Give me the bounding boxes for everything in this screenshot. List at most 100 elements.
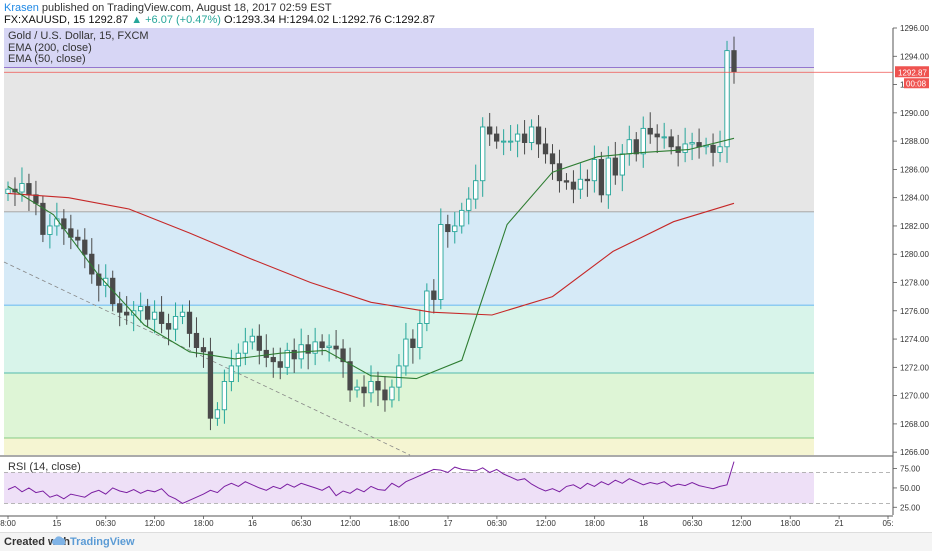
candle-body — [577, 178, 584, 190]
candle-body — [214, 409, 221, 419]
price-tick-label: 1288.00 — [900, 137, 929, 146]
candle-body — [144, 306, 151, 320]
legend-title: Gold / U.S. Dollar, 15, FXCM — [8, 30, 149, 42]
countdown-label: 00:08 — [906, 79, 927, 88]
rsi-band-fill — [4, 472, 814, 504]
candle-body — [591, 159, 598, 182]
candle-body — [717, 146, 723, 153]
candle-body — [347, 361, 353, 391]
candle-body — [277, 361, 283, 368]
candle-body — [26, 183, 32, 196]
candle-body — [500, 140, 507, 143]
candle-body — [584, 178, 591, 182]
candle-body — [535, 126, 542, 145]
tradingview-logo-text[interactable]: TradingView — [70, 536, 135, 548]
candle-body — [626, 139, 632, 155]
candle-body — [207, 351, 214, 419]
price-tick-label: 1280.00 — [900, 250, 929, 259]
candle-body — [179, 311, 186, 317]
candle-body — [689, 142, 695, 145]
fib-zone — [4, 211, 814, 306]
candle-body — [354, 386, 360, 391]
candle-body — [326, 345, 332, 348]
candle-body — [431, 290, 437, 300]
candle-body — [221, 381, 228, 411]
candle-body — [661, 136, 667, 139]
candle-body — [186, 311, 193, 334]
time-tick-label: 12:00 — [340, 519, 361, 528]
candle-body — [480, 126, 486, 182]
candle-body — [619, 153, 625, 176]
candle-body — [291, 349, 297, 360]
price-tick-label: 1272.00 — [900, 363, 929, 372]
candle-body — [654, 133, 660, 138]
price-tick-label: 1274.00 — [900, 335, 929, 344]
candle-body — [235, 352, 242, 367]
price-tick-label: 1284.00 — [900, 194, 929, 203]
candle-body — [710, 144, 716, 153]
candle-body — [319, 341, 325, 348]
price-chart[interactable]: 1266.00 1268.00 1270.00 1272.00 1274.00 1276.… — [0, 0, 932, 532]
candle-body — [5, 188, 11, 194]
time-tick-label: 12:00 — [731, 519, 752, 528]
candle-body — [200, 347, 207, 353]
time-tick-label: 17 — [444, 519, 453, 528]
time-tick-label: 18:00 — [194, 519, 215, 528]
candle-body — [487, 126, 493, 135]
candle-body — [389, 386, 395, 401]
candle-body — [438, 224, 444, 300]
time-tick-label: 12:00 — [145, 519, 166, 528]
candle-body — [333, 345, 339, 350]
candle — [207, 337, 214, 431]
candle-body — [270, 356, 276, 363]
price-tick-label: 1266.00 — [900, 448, 929, 457]
candle-body — [47, 225, 53, 235]
candle-body — [242, 341, 248, 354]
candle-body — [724, 50, 730, 148]
candle-body — [263, 349, 269, 358]
candle-body — [375, 381, 381, 391]
candle-body — [668, 136, 674, 148]
time-tick-label: 21 — [835, 519, 844, 528]
time-tick-label: 15 — [52, 519, 61, 528]
candle-body — [633, 139, 639, 155]
time-tick-label: 18:00 — [780, 519, 801, 528]
candle-body — [151, 311, 158, 320]
candle-body — [452, 225, 458, 233]
candle-body — [124, 311, 130, 316]
candle-body — [514, 133, 521, 142]
price-tick-label: 1270.00 — [900, 392, 929, 401]
candle-body — [256, 335, 262, 351]
candle-body — [172, 315, 179, 330]
candle-body — [193, 332, 200, 348]
time-tick-label: 06:30 — [291, 519, 312, 528]
candle-body — [382, 389, 388, 401]
candle-body — [542, 143, 549, 155]
rsi-tick-label: 50.00 — [900, 484, 921, 493]
price-tick-label: 1286.00 — [900, 165, 929, 174]
candle-body — [75, 236, 81, 241]
candle-body — [605, 157, 611, 196]
legend-ema50[interactable]: EMA (50, close) — [8, 53, 149, 66]
candle-body — [473, 180, 479, 200]
candle — [724, 40, 730, 163]
candle-body — [228, 365, 235, 382]
candle-body — [612, 157, 618, 176]
candle-body — [137, 306, 144, 312]
price-tick-label: 1290.00 — [900, 109, 929, 118]
candle-body — [403, 338, 409, 367]
time-tick-label: 12:00 — [536, 519, 557, 528]
rsi-tick-label: 75.00 — [900, 465, 921, 474]
candle-body — [417, 323, 423, 348]
candle-body — [731, 50, 737, 73]
candle-body — [117, 303, 123, 313]
price-tick-label: 1278.00 — [900, 279, 929, 288]
candle-body — [556, 163, 563, 182]
candle-body — [33, 194, 39, 204]
candle-body — [507, 140, 514, 143]
candle-body — [563, 180, 570, 183]
candle-body — [647, 127, 653, 135]
rsi-legend[interactable]: RSI (14, close) — [8, 461, 81, 473]
price-tick-label: 1294.00 — [900, 52, 929, 61]
footer-bar: Created with TradingView — [0, 532, 932, 551]
